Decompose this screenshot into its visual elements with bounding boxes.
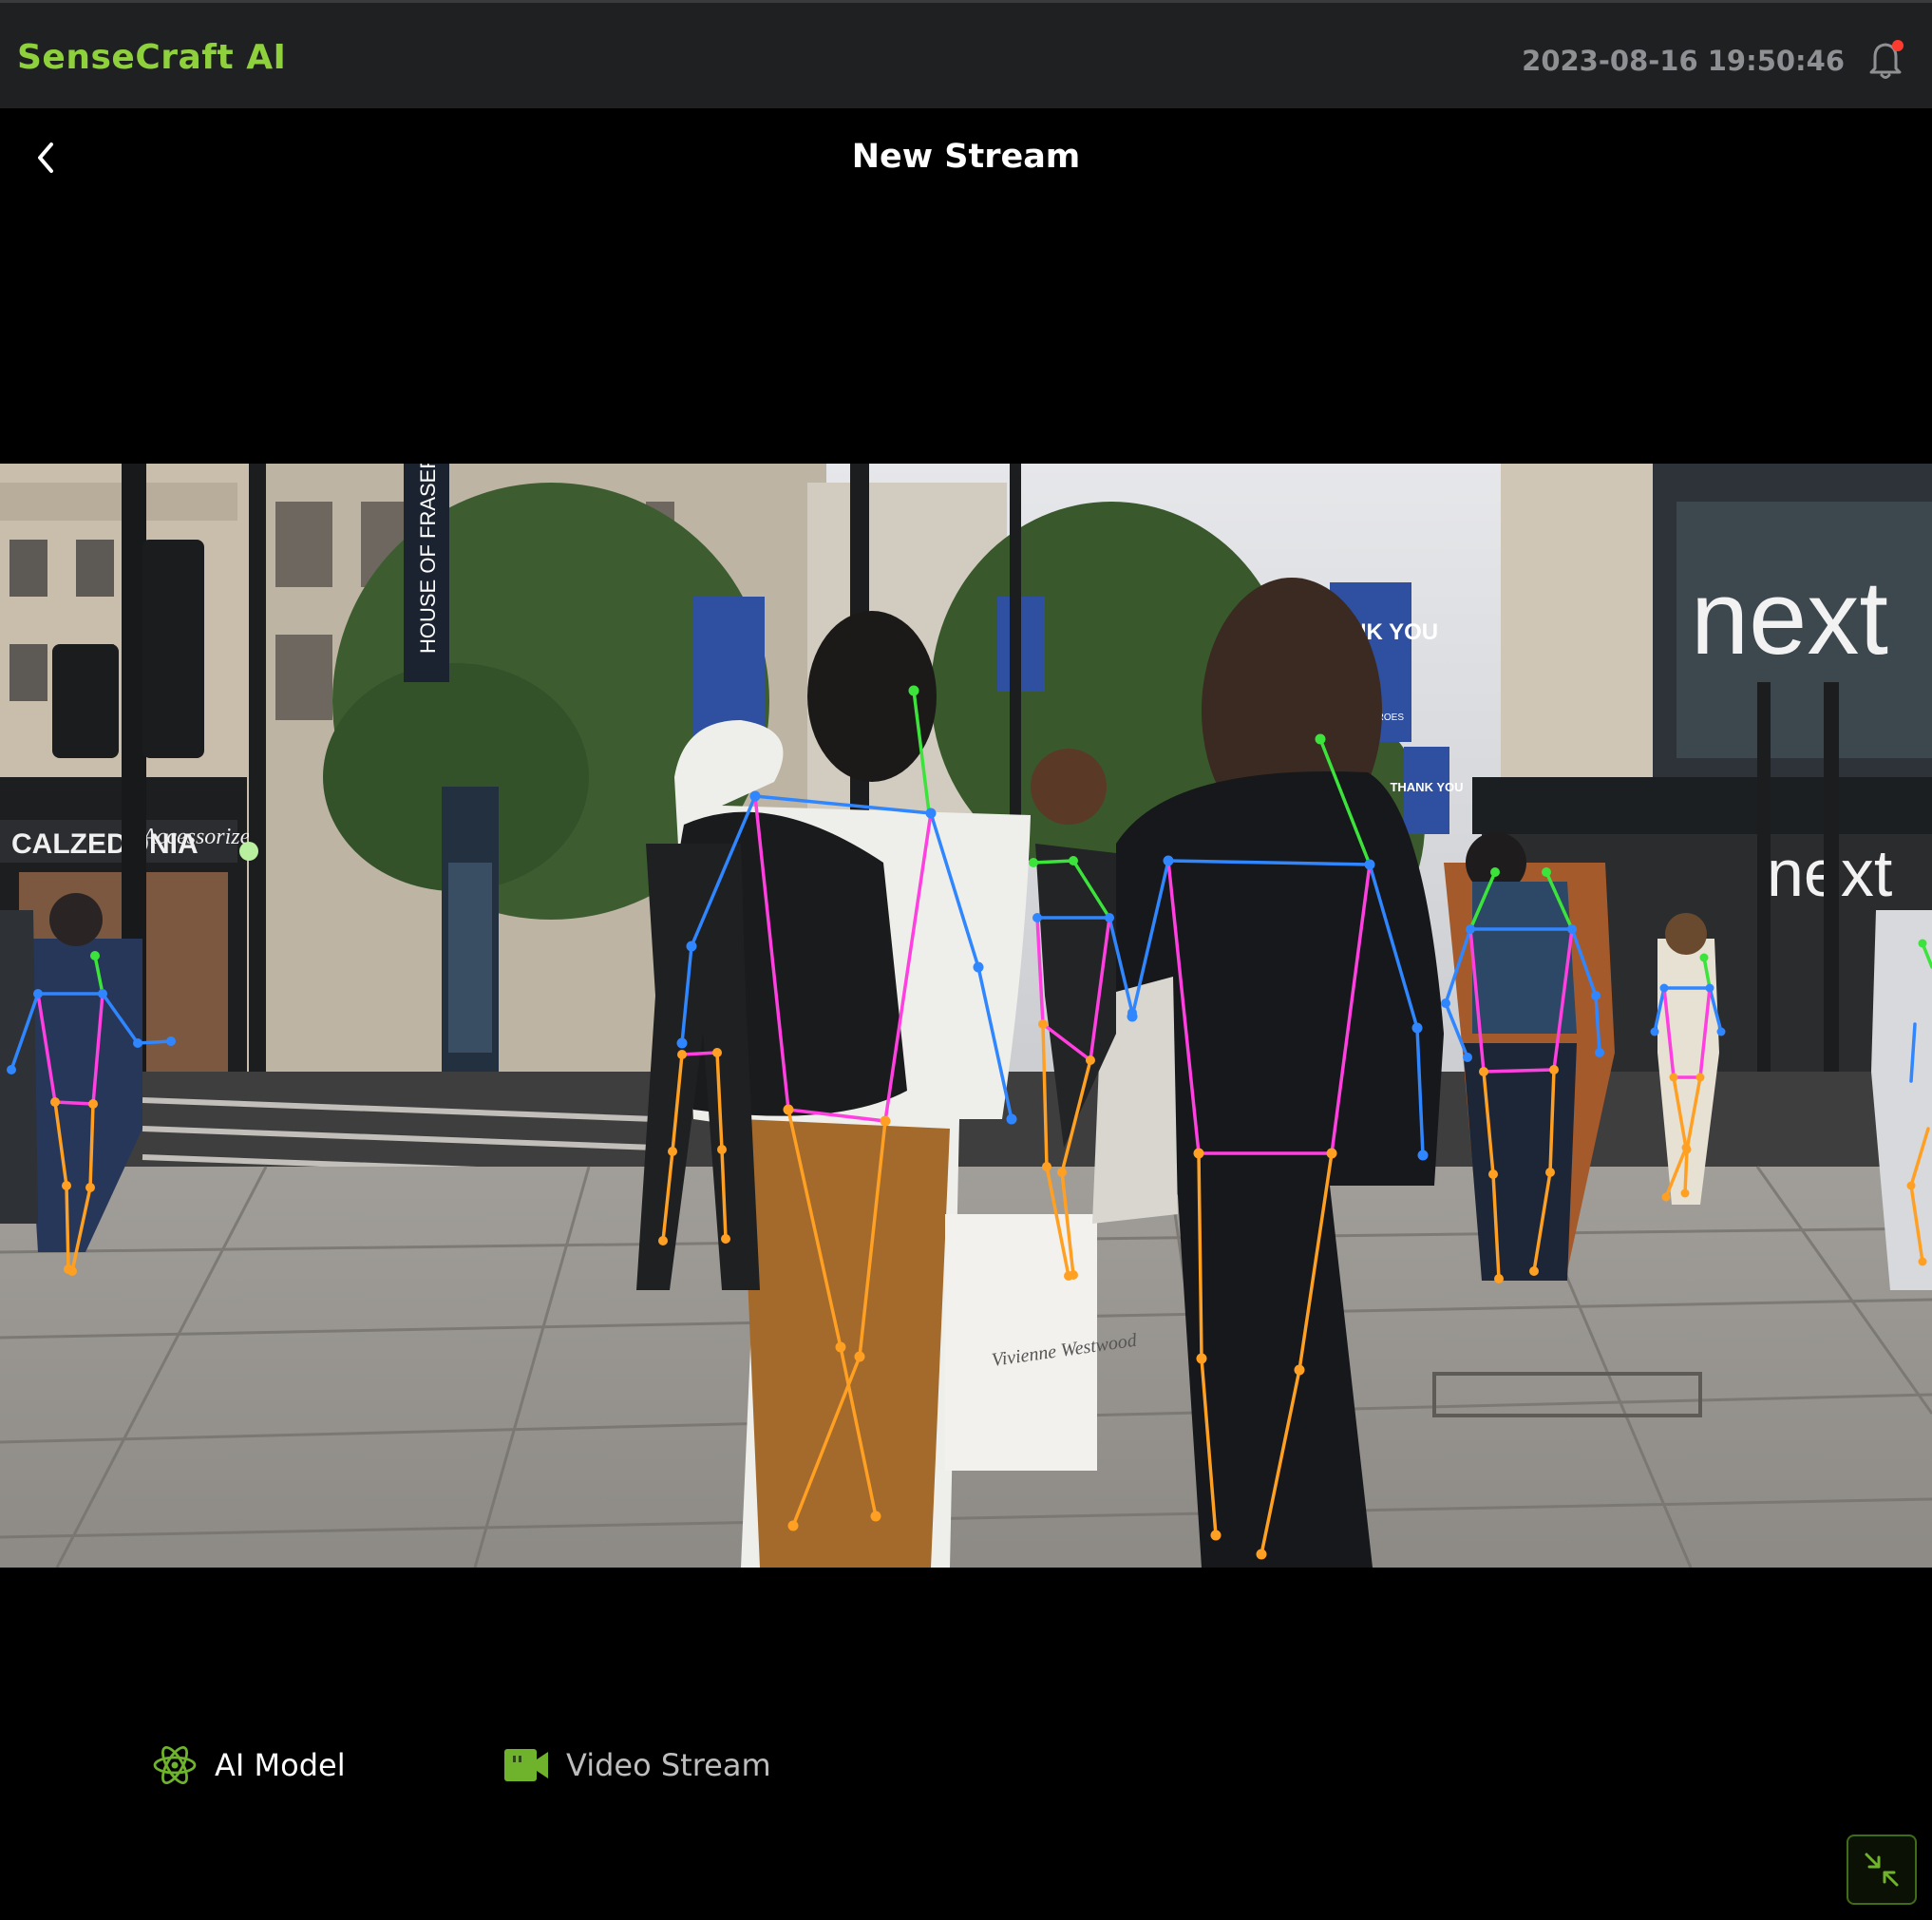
banner-thank-you-2: THANK YOU [1390, 780, 1463, 794]
tab-video-stream[interactable]: Video Stream [503, 1742, 771, 1788]
house-of-fraser-sign: HOUSE OF FRASER [416, 464, 440, 654]
brand-logo[interactable]: SenseCraft AI [17, 38, 286, 77]
collapse-button[interactable] [1847, 1834, 1917, 1905]
app-header: SenseCraft AI 2023-08-16 19:50:46 [0, 0, 1932, 108]
shop-sign-next: next [1691, 560, 1888, 676]
current-datetime: 2023-08-16 19:50:46 [1522, 45, 1845, 77]
street-scene-image: next next CALZEDONIA Accessorize HOUSE O… [0, 464, 1932, 1568]
notification-bell-icon[interactable] [1866, 37, 1907, 81]
tab-video-stream-label: Video Stream [566, 1747, 771, 1783]
video-camera-icon [503, 1743, 549, 1787]
shop-sign-accessorize: Accessorize [141, 825, 251, 849]
atom-icon [152, 1743, 198, 1787]
tab-ai-model-label: AI Model [215, 1747, 346, 1783]
tab-ai-model[interactable]: AI Model [152, 1742, 346, 1788]
video-preview: next next CALZEDONIA Accessorize HOUSE O… [0, 464, 1932, 1568]
unread-dot [1892, 40, 1904, 51]
page-title: New Stream [851, 138, 1081, 176]
collapse-arrows-icon [1865, 1853, 1899, 1887]
